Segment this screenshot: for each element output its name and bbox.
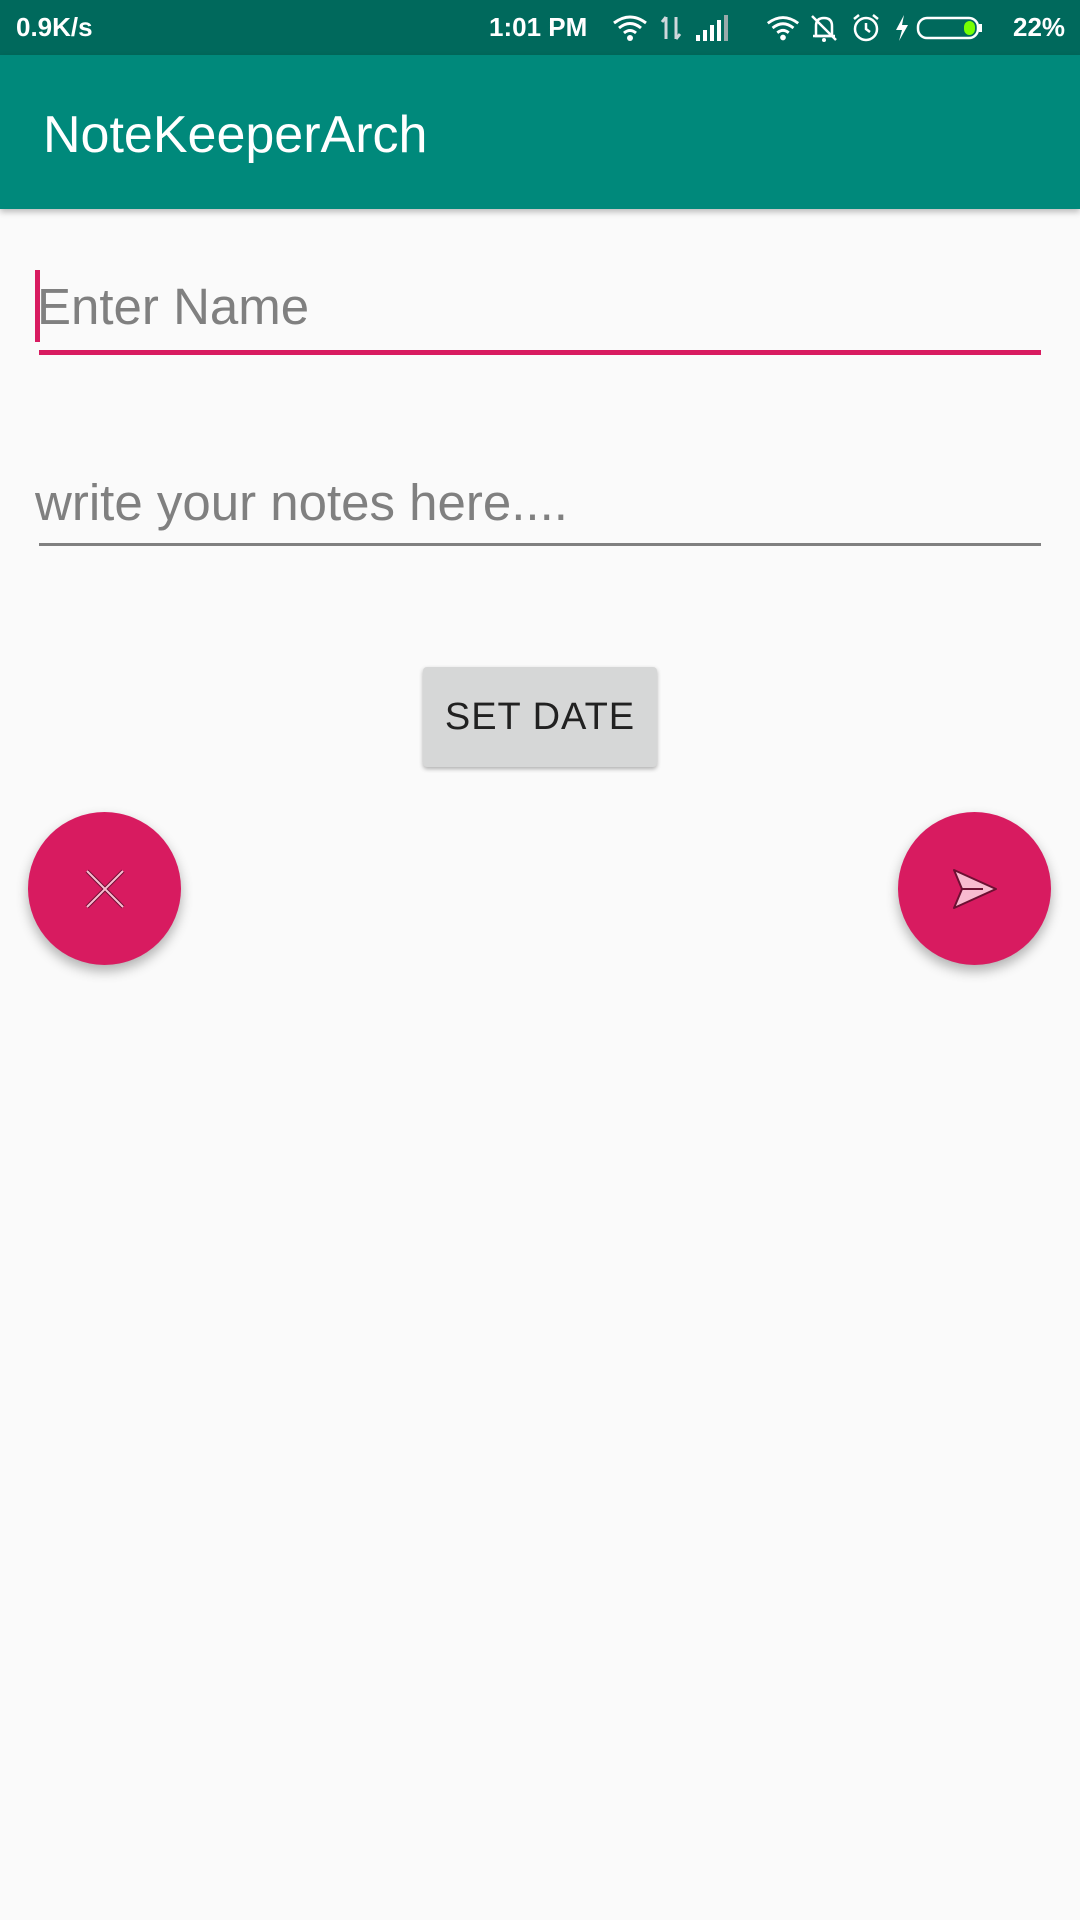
text-cursor (35, 270, 40, 342)
status-icons (610, 10, 984, 46)
data-arrows-icon (660, 16, 682, 40)
app-bar: NoteKeeperArch (0, 55, 1080, 209)
network-speed: 0.9K/s (16, 12, 93, 42)
notes-field[interactable] (35, 466, 1041, 546)
battery-percent: 22% (1013, 12, 1066, 42)
set-date-button[interactable]: SET DATE (423, 667, 657, 767)
status-time: 1:01 PM (489, 12, 588, 42)
wifi-icon (613, 15, 647, 41)
battery-icon (916, 16, 982, 40)
send-fab[interactable] (898, 812, 1051, 965)
status-bar: 0.9K/s 1:01 PM 22% (0, 0, 1080, 55)
name-input[interactable] (35, 270, 1041, 342)
app-title: NoteKeeperArch (43, 106, 428, 164)
charging-icon (896, 15, 908, 41)
name-field[interactable] (35, 270, 1041, 355)
cancel-fab[interactable] (28, 812, 181, 965)
notes-underline (39, 543, 1041, 546)
name-underline (39, 350, 1041, 355)
send-icon (952, 868, 997, 909)
wifi-icon (766, 16, 800, 41)
alarm-icon (853, 14, 879, 42)
close-icon (85, 869, 124, 908)
signal-icon (696, 15, 728, 41)
notes-input[interactable] (35, 466, 1041, 538)
bell-off-icon (811, 15, 837, 42)
